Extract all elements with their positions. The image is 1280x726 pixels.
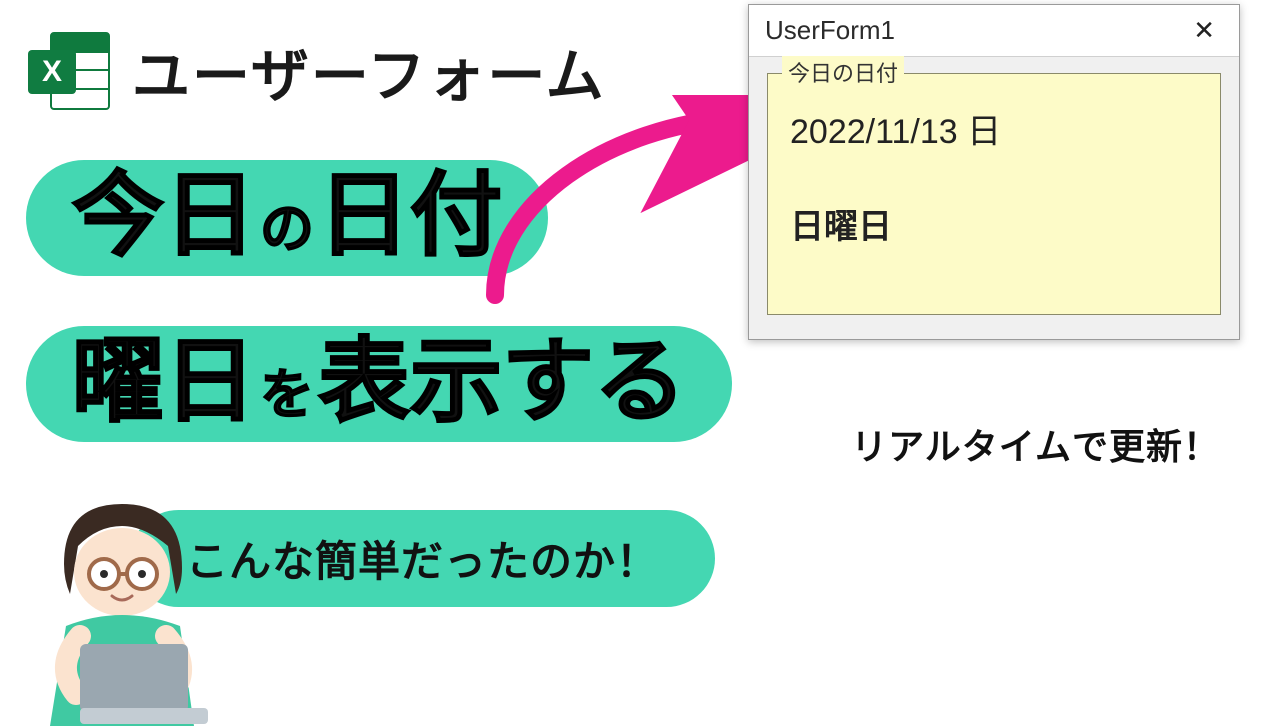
pill1-text-a: 今日 xyxy=(72,170,256,262)
userform-window: UserForm1 ✕ 今日の日付 2022/11/13 日 日曜日 xyxy=(748,4,1240,340)
pill1-text-b: の xyxy=(260,202,314,256)
header-title: ユーザーフォーム xyxy=(132,29,606,113)
pill2-text-c: 表示する xyxy=(318,336,686,428)
userform-body: 今日の日付 2022/11/13 日 日曜日 xyxy=(749,57,1239,339)
userform-title: UserForm1 xyxy=(765,15,895,46)
header-row: X ユーザーフォーム xyxy=(28,28,606,114)
userform-frame: 今日の日付 2022/11/13 日 日曜日 xyxy=(767,73,1221,315)
excel-badge-icon: X xyxy=(28,50,76,94)
frame-legend: 今日の日付 xyxy=(782,56,904,88)
pill1-text-c: 日付 xyxy=(318,170,502,262)
pill3-caption: こんな簡単だったのか！ xyxy=(186,528,659,589)
close-icon[interactable]: ✕ xyxy=(1183,11,1225,50)
userform-titlebar[interactable]: UserForm1 ✕ xyxy=(749,5,1239,57)
pill-show-weekday: 曜日 を 表示する xyxy=(26,326,732,442)
realtime-caption: リアルタイムで更新！ xyxy=(851,418,1220,470)
weekday-label: 日曜日 xyxy=(790,199,1198,248)
pill-today-date: 今日 の 日付 xyxy=(26,160,548,276)
excel-icon: X xyxy=(28,28,114,114)
pill2-text-b: を xyxy=(260,368,314,422)
date-label: 2022/11/13 日 xyxy=(790,104,1198,153)
pill2-text-a: 曜日 xyxy=(72,336,256,428)
character-illustration xyxy=(0,476,244,726)
